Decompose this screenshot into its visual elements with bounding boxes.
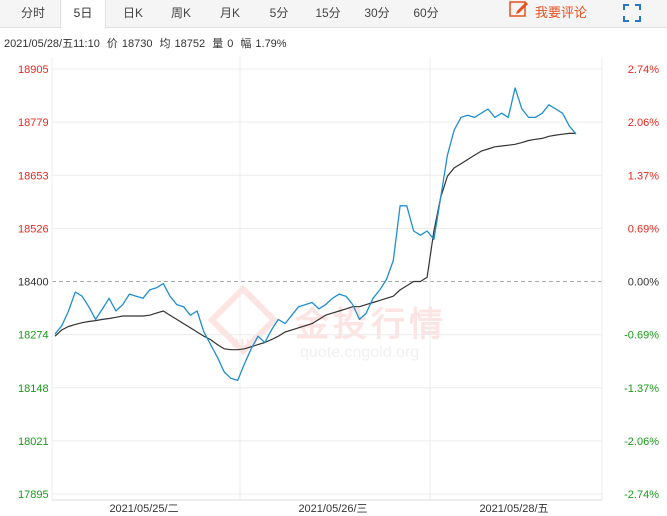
chart-grid [51, 57, 603, 501]
percent-tick-label: 0.69% [628, 223, 659, 235]
percent-axis-labels: 2.74% 2.06% 1.37% 0.69% 0.00% -0.69% -1.37% -2.… [624, 64, 659, 501]
volume-value: 0 [227, 38, 234, 50]
x-axis-labels: 2021/05/25/二 2021/05/26/三 2021/05/28/五 [109, 503, 548, 515]
watermark-text: 金投行情 [294, 305, 447, 345]
tab-30-min[interactable]: 30分 [354, 0, 400, 28]
comment-button[interactable]: 我要评论 [509, 0, 587, 26]
tab-5-day[interactable]: 5日 [60, 0, 106, 29]
y-axis-labels: 18905 18779 18653 18526 18400 18274 18148 18021… [18, 64, 49, 501]
y-tick-label: 18274 [18, 330, 49, 342]
tab-15-min[interactable]: 15分 [305, 0, 351, 28]
percent-tick-label: 1.37% [628, 170, 659, 182]
y-tick-label: 18905 [18, 64, 49, 76]
period-tab-bar: 分时 5日 日K 周K 月K 5分 15分 30分 60分 我要评论 [0, 0, 667, 29]
percent-tick-label: 2.74% [628, 64, 659, 76]
fullscreen-icon[interactable] [622, 3, 642, 23]
quote-info-line: 2021/05/28/五11:10 价 18730 均 18752 量0 幅 1.79… [4, 35, 291, 51]
x-tick-label: 2021/05/28/五 [479, 503, 548, 515]
x-tick-label: 2021/05/26/三 [298, 503, 367, 515]
edit-icon [509, 0, 529, 27]
change-value: 1.79% [255, 38, 287, 50]
percent-tick-label: 2.06% [628, 117, 659, 129]
y-tick-label: 18148 [18, 383, 49, 395]
y-tick-label: 18653 [18, 170, 49, 182]
x-tick-label: 2021/05/25/二 [109, 503, 178, 515]
volume-label: 量 [212, 38, 224, 50]
comment-button-label: 我要评论 [535, 5, 588, 20]
percent-tick-label: -0.69% [624, 330, 659, 342]
percent-tick-label: -1.37% [624, 383, 659, 395]
y-tick-label: 18400 [18, 277, 49, 289]
price-chart[interactable]: AU 金投行情 quote.cngold.org 18905 18779 18653… [0, 52, 667, 516]
tab-intraday[interactable]: 分时 [10, 0, 56, 28]
change-label: 幅 [240, 38, 252, 50]
y-tick-label: 18779 [18, 117, 49, 129]
watermark: AU 金投行情 quote.cngold.org [207, 284, 447, 361]
avg-value: 18752 [174, 38, 206, 50]
y-tick-label: 17895 [18, 489, 49, 501]
tab-daily-k[interactable]: 日K [110, 0, 156, 28]
percent-tick-label: -2.74% [624, 489, 659, 501]
avg-label: 均 [159, 38, 171, 50]
tab-5-min[interactable]: 5分 [256, 0, 302, 28]
watermark-subtext: quote.cngold.org [300, 344, 419, 361]
tab-monthly-k[interactable]: 月K [207, 0, 253, 28]
percent-tick-label: -2.06% [624, 436, 659, 448]
price-value: 18730 [121, 38, 153, 50]
percent-tick-label: 0.00% [628, 277, 659, 289]
y-tick-label: 18526 [18, 223, 49, 235]
price-label: 价 [106, 38, 118, 50]
y-tick-label: 18021 [18, 436, 49, 448]
tab-weekly-k[interactable]: 周K [158, 0, 204, 28]
quote-datetime: 2021/05/28/五11:10 [4, 38, 100, 50]
tab-60-min[interactable]: 60分 [403, 0, 449, 28]
